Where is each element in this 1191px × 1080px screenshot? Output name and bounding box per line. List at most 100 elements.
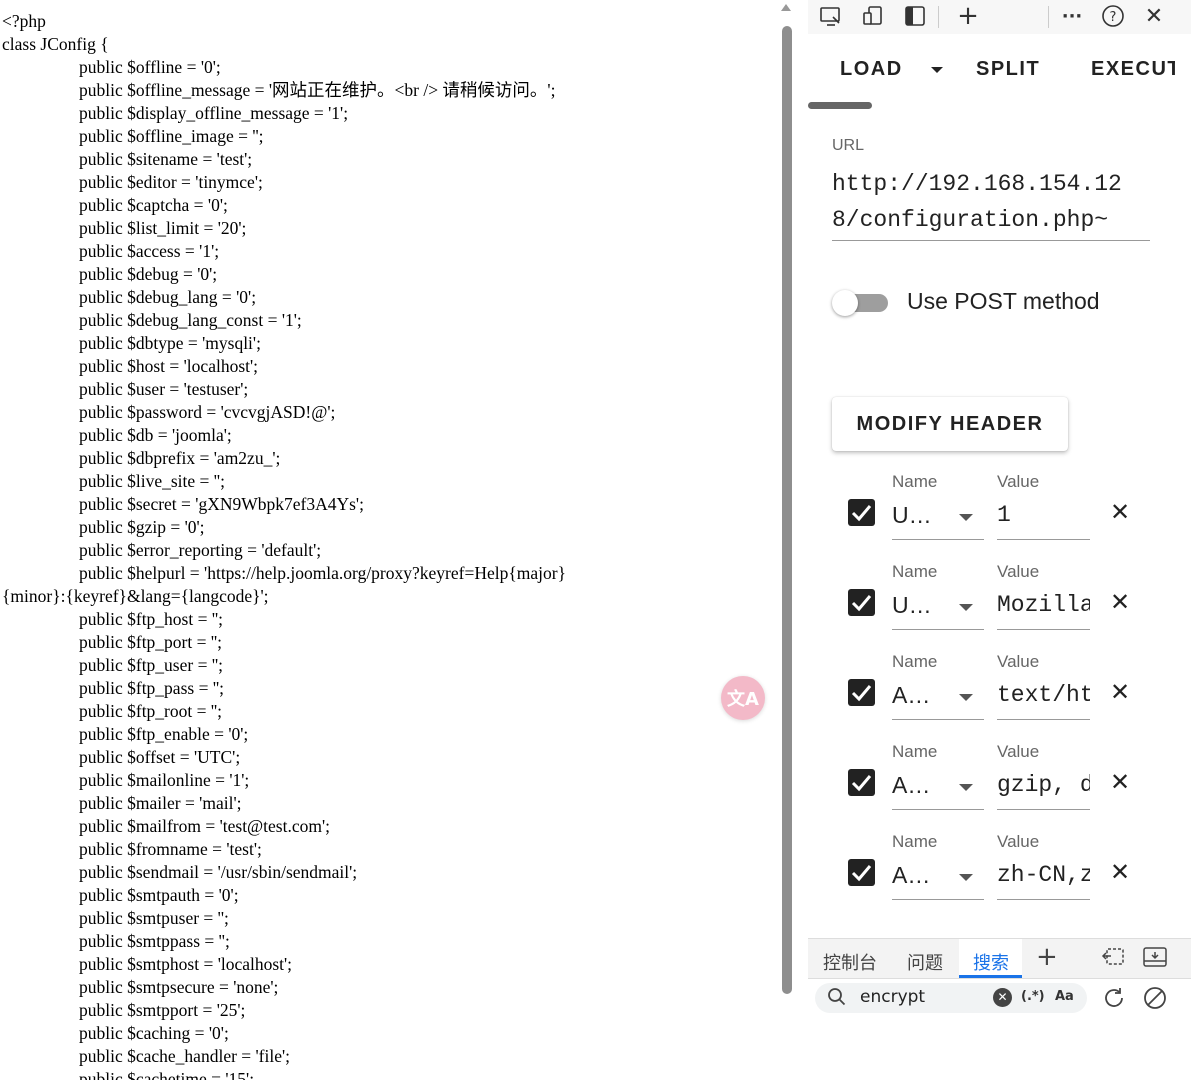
header-name-select[interactable]: A… [892,772,930,799]
load-button[interactable]: LOAD [840,58,903,81]
vertical-scrollbar[interactable] [778,0,796,1080]
header-row: Name A… Value gzip, d ✕ [808,742,1191,822]
device-toolbar-icon[interactable] [860,4,886,28]
code-line: public $smtpauth = '0'; [79,885,239,905]
tab-issues[interactable]: 问题 [907,949,943,975]
translate-button[interactable]: 文A [721,676,765,720]
code-line: public $display_offline_message = '1'; [79,103,349,123]
code-line: public $db = 'joomla'; [79,425,232,445]
name-underline [892,719,984,720]
chevron-down-icon[interactable] [959,694,973,701]
remove-header-close-icon[interactable]: ✕ [1110,680,1130,704]
code-line: public $fromname = 'test'; [79,839,262,859]
post-method-label: Use POST method [907,288,1100,314]
code-line: public $offline = '0'; [79,57,221,77]
code-line: public $offline_message = '网站正在维护。<br />… [79,80,556,100]
remove-header-close-icon[interactable]: ✕ [1110,590,1130,614]
load-dropdown-caret-icon[interactable] [931,67,943,73]
plus-icon[interactable]: + [955,1,981,31]
header-row: Name U… Value 1 ✕ [808,472,1191,552]
header-name-select[interactable]: A… [892,862,930,889]
header-value-label: Value [997,652,1040,671]
code-line: public $ftp_enable = '0'; [79,724,249,744]
header-value-label: Value [997,742,1040,761]
scrollbar-thumb[interactable] [782,26,792,994]
code-line: public $smtphost = 'localhost'; [79,954,293,974]
code-line: public $mailfrom = 'test@test.com'; [79,816,330,836]
header-name-label: Name [892,562,938,581]
post-method-toggle[interactable] [832,290,888,316]
add-tab-plus-icon[interactable]: + [1036,942,1058,972]
header-value-input[interactable]: gzip, d [997,772,1090,798]
code-line: public $access = '1'; [79,241,220,261]
code-line: public $editor = 'tinymce'; [79,172,263,192]
url-label: URL [832,137,865,154]
search-input[interactable] [858,986,992,1008]
header-value-input[interactable]: text/ht [997,682,1090,708]
code-line: public $cachetime = '15'; [79,1069,255,1080]
url-input[interactable]: http://192.168.154.128/configuration.php… [832,166,1147,238]
remove-header-close-icon[interactable]: ✕ [1110,500,1130,524]
remove-header-close-icon[interactable]: ✕ [1110,770,1130,794]
execute-button[interactable]: EXECUTE [1091,58,1175,81]
header-name-select[interactable]: U… [892,502,932,529]
modify-header-button[interactable]: MODIFY HEADER [832,397,1068,451]
remove-header-close-icon[interactable]: ✕ [1110,860,1130,884]
dock-drawer-icon[interactable] [1142,946,1168,973]
header-name-label: Name [892,742,938,761]
code-line: public $dbprefix = 'am2zu_'; [79,448,281,468]
header-value-label: Value [997,472,1040,491]
code-line: public $smtpport = '25'; [79,1000,246,1020]
tab-console[interactable]: 控制台 [823,949,877,975]
header-row: Name A… Value text/ht ✕ [808,652,1191,732]
translate-icon: 文A [727,689,759,710]
header-name-select[interactable]: U… [892,592,932,619]
code-line: public $smtpsecure = 'none'; [79,977,279,997]
header-value-input[interactable]: 1 [997,502,1090,528]
header-name-select[interactable]: A… [892,682,930,709]
header-name-label: Name [892,832,938,851]
code-line: public $ftp_user = ''; [79,655,223,675]
chevron-down-icon[interactable] [959,604,973,611]
dock-side-icon[interactable] [902,4,928,28]
header-enabled-checkbox[interactable] [848,679,875,706]
code-line: public $mailonline = '1'; [79,770,250,790]
code-line: public $user = 'testuser'; [79,379,249,399]
code-line: {minor}:{keyref}&lang={langcode}'; [2,586,269,606]
code-line: public $offline_image = ''; [79,126,264,146]
help-icon[interactable]: ? [1100,4,1126,28]
match-case-icon[interactable]: Aa [1055,989,1074,1004]
refresh-icon[interactable] [1101,985,1127,1016]
code-line: public $secret = 'gXN9Wbpk7ef3A4Ys'; [79,494,364,514]
code-line: public $helpurl = 'https://help.joomla.o… [79,563,566,583]
code-line: public $caching = '0'; [79,1023,229,1043]
value-underline [997,809,1090,810]
chevron-down-icon[interactable] [959,784,973,791]
regex-toggle-icon[interactable]: (.*) [1021,989,1045,1004]
code-line: public $debug_lang_const = '1'; [79,310,302,330]
code-line: public $ftp_root = ''; [79,701,223,721]
clear-search-icon[interactable]: ✕ [993,988,1012,1007]
header-enabled-checkbox[interactable] [848,769,875,796]
header-value-input[interactable]: Mozilla [997,592,1090,618]
device-emulation-icon[interactable] [818,4,844,28]
split-button[interactable]: SPLIT [976,58,1040,81]
undock-drawer-icon[interactable] [1101,946,1127,973]
chevron-down-icon[interactable] [959,514,973,521]
header-value-input[interactable]: zh-CN,z [997,862,1090,888]
header-enabled-checkbox[interactable] [848,859,875,886]
clear-results-icon[interactable] [1142,985,1168,1016]
name-underline [892,629,984,630]
devtools-topbar: + ··· ? ✕ [808,0,1191,35]
chevron-down-icon[interactable] [959,874,973,881]
toolbar-scroll-indicator[interactable] [808,102,872,109]
tab-search[interactable]: 搜索 [973,949,1009,975]
header-enabled-checkbox[interactable] [848,499,875,526]
code-line: class JConfig { [2,34,109,54]
close-icon[interactable]: ✕ [1141,4,1167,29]
scroll-up-arrow-icon[interactable] [781,4,791,11]
code-line: public $dbtype = 'mysqli'; [79,333,261,353]
header-enabled-checkbox[interactable] [848,589,875,616]
toggle-knob [832,290,858,316]
more-icon[interactable]: ··· [1059,4,1085,28]
